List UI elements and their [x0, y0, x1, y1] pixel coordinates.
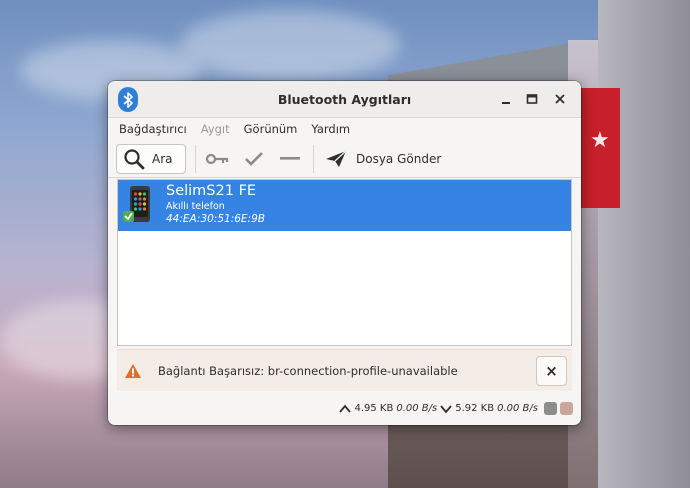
dash-icon: [280, 156, 300, 160]
title-bar[interactable]: Bluetooth Aygıtları: [108, 81, 581, 118]
maximize-button[interactable]: [525, 92, 539, 106]
toolbar-separator: [313, 144, 314, 173]
send-file-label: Dosya Gönder: [356, 151, 442, 166]
search-icon: [124, 148, 145, 169]
device-list[interactable]: SelimS21 FE Akıllı telefon 44:EA:30:51:6…: [117, 179, 572, 346]
close-window-button[interactable]: [553, 92, 567, 106]
device-mac-address: 44:EA:30:51:6E:9B: [166, 213, 265, 225]
infobar-close-button[interactable]: ×: [536, 356, 567, 386]
device-type: Akıllı telefon: [166, 201, 225, 212]
toolbar-separator: [195, 144, 196, 173]
menu-adapter[interactable]: Bağdaştırıcı: [112, 122, 194, 136]
download-rate: 0.00 B/s: [396, 403, 438, 414]
upload-total: 5.92 KB: [455, 403, 495, 414]
key-icon: [206, 153, 229, 164]
search-button[interactable]: Ara: [116, 143, 186, 174]
upload-rate: 0.00 B/s: [497, 403, 538, 414]
error-infobar: Bağlantı Başarısız: br-connection-profil…: [117, 349, 572, 391]
tx-indicator-icon: [544, 402, 557, 415]
remove-button[interactable]: [277, 146, 303, 172]
paper-plane-icon: [326, 150, 347, 167]
menu-help[interactable]: Yardım: [304, 122, 357, 136]
bluetooth-devices-window: Bluetooth Aygıtları Bağdaştırıcı Aygıt G…: [108, 81, 581, 425]
rx-indicator-icon: [560, 402, 573, 415]
smartphone-icon: [122, 185, 154, 225]
check-icon: [245, 151, 263, 166]
device-row[interactable]: SelimS21 FE Akıllı telefon 44:EA:30:51:6…: [118, 180, 571, 231]
error-message: Bağlantı Başarısız: br-connection-profil…: [158, 363, 458, 378]
flag-star-icon: ★: [590, 128, 610, 153]
toolbar: Ara Dosya Gönder: [108, 140, 581, 178]
warning-icon: [125, 363, 141, 378]
trust-button[interactable]: [241, 146, 267, 172]
download-total: 4.95 KB: [354, 403, 394, 414]
minimize-button[interactable]: [499, 92, 513, 106]
download-arrow-icon: [339, 404, 352, 413]
device-name: SelimS21 FE: [166, 183, 257, 199]
upload-arrow-icon: [440, 404, 452, 413]
menu-bar: Bağdaştırıcı Aygıt Görünüm Yardım: [108, 118, 581, 140]
menu-view[interactable]: Görünüm: [237, 122, 305, 136]
send-file-button[interactable]: Dosya Gönder: [323, 150, 441, 168]
status-bar: 4.95 KB 0.00 B/s 5.92 KB 0.00 B/s: [108, 392, 581, 425]
search-button-label: Ara: [152, 151, 173, 166]
pair-button[interactable]: [205, 146, 231, 172]
close-icon: ×: [545, 362, 558, 380]
menu-device[interactable]: Aygıt: [194, 122, 237, 136]
